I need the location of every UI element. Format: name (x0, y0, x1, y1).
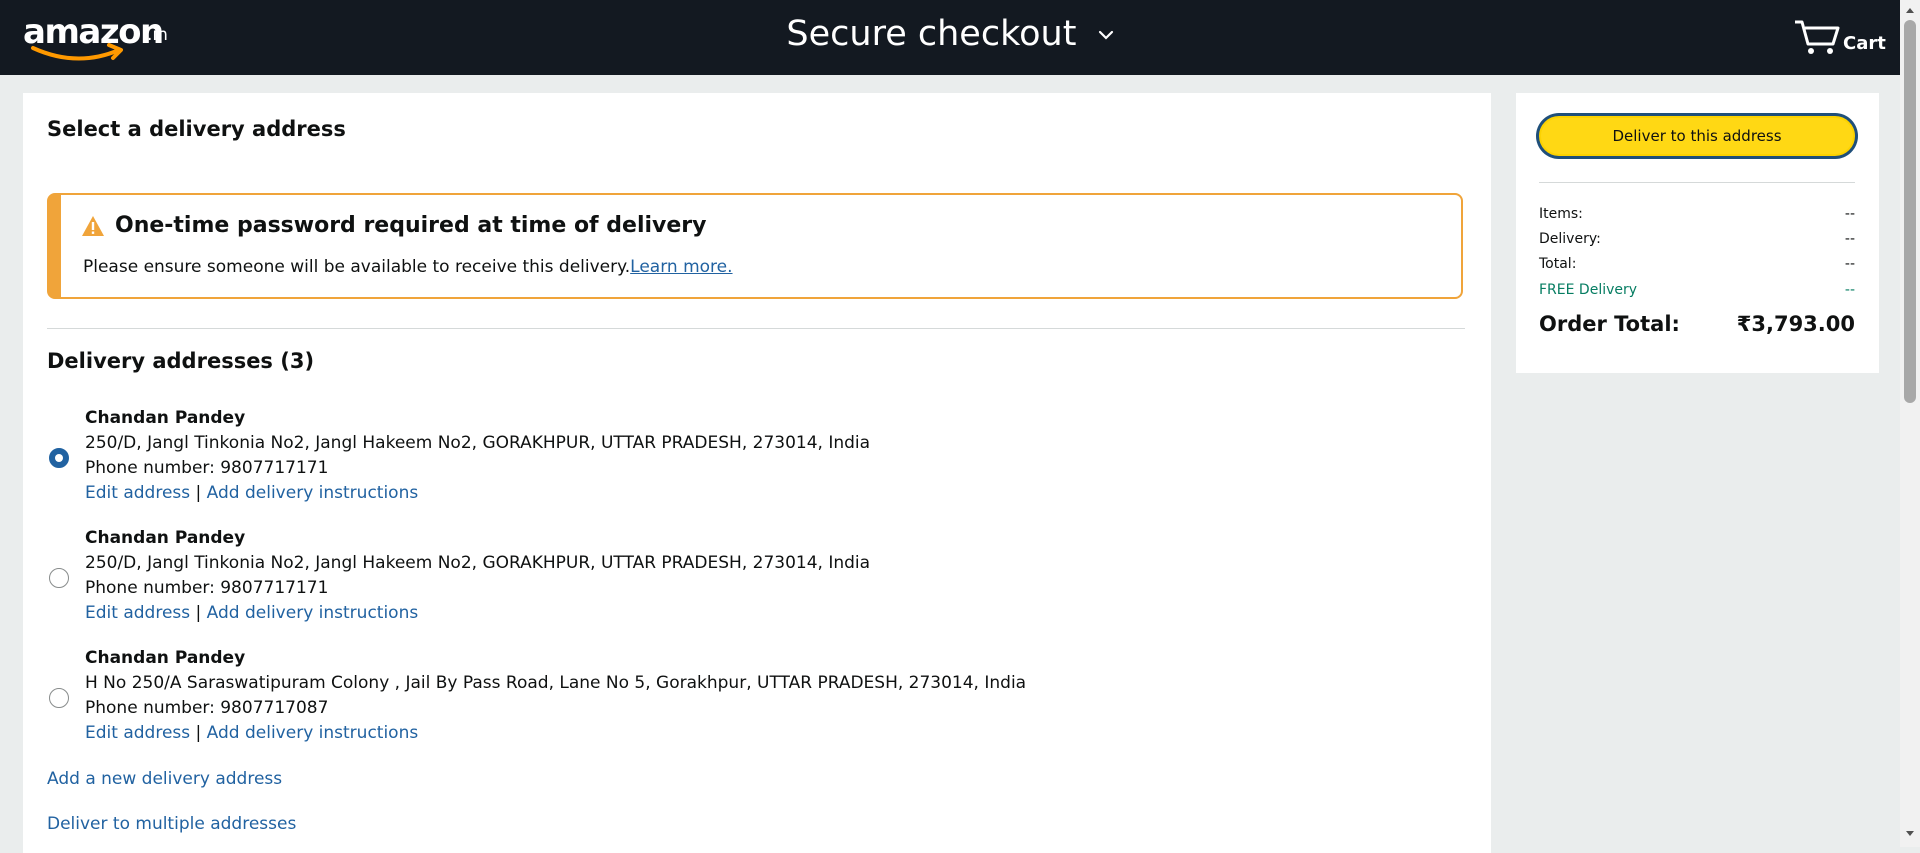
items-label: Items: (1539, 206, 1583, 222)
add-instructions-link[interactable]: Add delivery instructions (207, 723, 419, 743)
scroll-thumb[interactable] (1904, 20, 1916, 403)
address-radio[interactable] (49, 688, 69, 708)
link-separator: | (195, 483, 202, 503)
address-option[interactable]: Chandan Pandey H No 250/A Saraswatipuram… (47, 646, 1347, 756)
order-total-row: Order Total: ₹3,793.00 (1539, 312, 1855, 336)
section-divider (47, 328, 1465, 329)
header-bar: amazon .in Secure checkout Cart (0, 0, 1900, 75)
alert-text-row: Please ensure someone will be available … (83, 257, 733, 277)
address-name: Chandan Pandey (85, 528, 246, 548)
address-actions: Edit address | Add delivery instructions (85, 481, 870, 506)
page-title: Select a delivery address (47, 117, 346, 141)
summary-items-row: Items: -- (1539, 206, 1855, 226)
order-total-label: Order Total: (1539, 312, 1680, 336)
address-phone: Phone number: 9807717171 (85, 458, 329, 478)
order-summary-panel: Deliver to this address Items: -- Delive… (1516, 93, 1879, 373)
link-separator: | (195, 603, 202, 623)
delivery-value: -- (1844, 231, 1855, 247)
page-scrollbar[interactable] (1900, 0, 1920, 847)
alert-title: One-time password required at time of de… (115, 213, 707, 238)
order-total-value: ₹3,793.00 (1736, 312, 1855, 336)
free-delivery-value: -- (1844, 282, 1855, 298)
add-instructions-link[interactable]: Add delivery instructions (207, 603, 419, 623)
cart-label: Cart (1843, 33, 1886, 54)
add-new-address-link[interactable]: Add a new delivery address (47, 769, 282, 789)
address-panel: Select a delivery address One-time passw… (23, 93, 1491, 853)
address-phone: Phone number: 9807717171 (85, 578, 329, 598)
link-separator: | (195, 723, 202, 743)
address-phone: Phone number: 9807717087 (85, 698, 329, 718)
summary-divider (1539, 182, 1855, 183)
free-delivery-label: FREE Delivery (1539, 282, 1638, 298)
total-label: Total: (1539, 256, 1577, 272)
edit-address-link[interactable]: Edit address (85, 603, 190, 623)
chevron-down-icon (1098, 30, 1113, 40)
address-details: Chandan Pandey H No 250/A Saraswatipuram… (85, 646, 1026, 746)
deliver-multiple-link[interactable]: Deliver to multiple addresses (47, 814, 296, 834)
total-value: -- (1844, 256, 1855, 272)
summary-total-row: Total: -- (1539, 256, 1855, 276)
items-value: -- (1844, 206, 1855, 222)
checkout-title[interactable]: Secure checkout (0, 12, 1900, 56)
edit-address-link[interactable]: Edit address (85, 723, 190, 743)
cart-icon (1795, 20, 1840, 54)
address-radio[interactable] (49, 448, 69, 468)
address-option[interactable]: Chandan Pandey 250/D, Jangl Tinkonia No2… (47, 406, 1347, 516)
address-line: 250/D, Jangl Tinkonia No2, Jangl Hakeem … (85, 553, 871, 573)
address-radio[interactable] (49, 568, 69, 588)
alert-text: Please ensure someone will be available … (83, 257, 631, 277)
delivery-label: Delivery: (1539, 231, 1601, 247)
edit-address-link[interactable]: Edit address (85, 483, 190, 503)
warning-icon (82, 216, 104, 236)
address-line: 250/D, Jangl Tinkonia No2, Jangl Hakeem … (85, 433, 871, 453)
learn-more-link[interactable]: Learn more. (630, 257, 732, 277)
address-name: Chandan Pandey (85, 408, 246, 428)
cart-link[interactable]: Cart (1793, 18, 1886, 58)
addresses-heading: Delivery addresses (3) (47, 349, 315, 373)
checkout-title-text: Secure checkout (786, 14, 1077, 54)
otp-alert: One-time password required at time of de… (47, 193, 1463, 299)
summary-delivery-row: Delivery: -- (1539, 231, 1855, 251)
add-instructions-link[interactable]: Add delivery instructions (207, 483, 419, 503)
address-name: Chandan Pandey (85, 648, 246, 668)
address-details: Chandan Pandey 250/D, Jangl Tinkonia No2… (85, 526, 870, 626)
scroll-up-icon[interactable] (1905, 6, 1915, 14)
deliver-to-address-button[interactable]: Deliver to this address (1539, 116, 1855, 156)
scroll-down-icon[interactable] (1905, 830, 1915, 838)
address-actions: Edit address | Add delivery instructions (85, 601, 870, 626)
address-option[interactable]: Chandan Pandey 250/D, Jangl Tinkonia No2… (47, 526, 1347, 636)
summary-free-delivery-row: FREE Delivery -- (1539, 282, 1855, 302)
address-details: Chandan Pandey 250/D, Jangl Tinkonia No2… (85, 406, 870, 506)
address-line: H No 250/A Saraswatipuram Colony , Jail … (85, 673, 1027, 693)
address-actions: Edit address | Add delivery instructions (85, 721, 1026, 746)
